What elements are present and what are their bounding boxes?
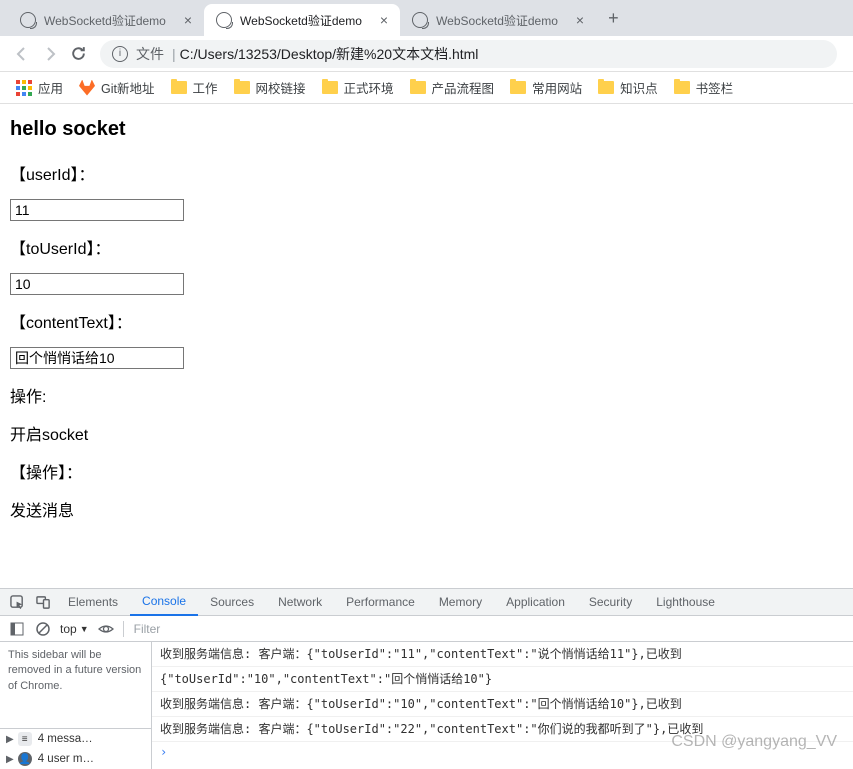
chevron-right-icon: ▶ <box>6 734 14 745</box>
filter-input[interactable]: Filter <box>128 622 849 636</box>
tabs-bar: WebSocketd验证demo × WebSocketd验证demo × We… <box>0 0 853 36</box>
new-tab-button[interactable]: + <box>596 8 631 29</box>
scope-selector[interactable]: top ▼ <box>56 622 93 636</box>
folder-icon <box>674 81 690 94</box>
devtools-tabs: Elements Console Sources Network Perform… <box>0 589 853 616</box>
folder-icon <box>171 81 187 94</box>
bookmark-folder[interactable]: 产品流程图 <box>402 78 503 97</box>
clear-icon[interactable] <box>30 617 56 641</box>
user-messages-icon: 👤 <box>18 752 32 766</box>
tab-title: WebSocketd验证demo <box>240 12 362 29</box>
folder-icon <box>410 81 426 94</box>
apps-icon <box>16 80 32 96</box>
globe-icon <box>412 12 428 28</box>
browser-tab-2[interactable]: WebSocketd验证demo × <box>400 4 596 36</box>
sidebar-row-messages[interactable]: ▶ ≡ 4 messa… <box>0 729 151 749</box>
folder-icon <box>234 81 250 94</box>
label-touserid: 【toUserId】： <box>10 235 843 259</box>
bookmark-folder[interactable]: 网校链接 <box>226 78 314 97</box>
url-path: C:/Users/13253/Desktop/新建%20文本文档.html <box>180 44 479 64</box>
bookmark-folder[interactable]: 知识点 <box>590 78 666 97</box>
bookmark-folder[interactable]: 正式环境 <box>314 78 402 97</box>
console-body: This sidebar will be removed in a future… <box>0 642 853 769</box>
inspect-icon[interactable] <box>4 589 30 615</box>
devtools: Elements Console Sources Network Perform… <box>0 588 853 769</box>
reload-button[interactable] <box>64 40 92 68</box>
messages-icon: ≡ <box>18 732 32 746</box>
sidebar-row-user[interactable]: ▶ 👤 4 user m… <box>0 749 151 769</box>
url-scheme: 文件 <box>136 44 164 64</box>
chevron-down-icon: ▼ <box>80 624 89 634</box>
devtools-tab-lighthouse[interactable]: Lighthouse <box>644 589 727 616</box>
close-icon[interactable]: × <box>380 12 388 28</box>
label-contenttext: 【contentText】： <box>10 309 843 333</box>
devtools-tab-memory[interactable]: Memory <box>427 589 494 616</box>
chevron-right-icon: ▶ <box>6 754 14 765</box>
console-prompt[interactable]: › <box>152 742 853 762</box>
sidebar-notice: This sidebar will be removed in a future… <box>0 642 151 728</box>
close-icon[interactable]: × <box>184 12 192 28</box>
link-open-socket[interactable]: 开启socket <box>10 421 843 445</box>
bookmark-folder[interactable]: 书签栏 <box>666 78 742 97</box>
console-sidebar: This sidebar will be removed in a future… <box>0 642 152 769</box>
back-button[interactable] <box>8 40 36 68</box>
sidebar-toggle-icon[interactable] <box>4 617 30 641</box>
globe-icon <box>216 12 232 28</box>
gitlab-icon <box>79 80 95 96</box>
url-input[interactable]: i 文件 | C:/Users/13253/Desktop/新建%20文本文档.… <box>100 40 837 68</box>
devtools-tab-console[interactable]: Console <box>130 589 198 616</box>
browser-chrome: WebSocketd验证demo × WebSocketd验证demo × We… <box>0 0 853 104</box>
eye-icon[interactable] <box>93 617 119 641</box>
console-line[interactable]: {"toUserId":"10","contentText":"回个悄悄话给10… <box>152 667 853 692</box>
devtools-tab-sources[interactable]: Sources <box>198 589 266 616</box>
label-userid: 【userId】： <box>10 161 843 185</box>
devtools-tab-network[interactable]: Network <box>266 589 334 616</box>
close-icon[interactable]: × <box>576 12 584 28</box>
folder-icon <box>322 81 338 94</box>
devtools-tab-performance[interactable]: Performance <box>334 589 427 616</box>
devtools-tab-elements[interactable]: Elements <box>56 589 130 616</box>
info-icon[interactable]: i <box>112 46 128 62</box>
tab-title: WebSocketd验证demo <box>44 12 166 29</box>
globe-icon <box>20 12 36 28</box>
console-line[interactable]: 收到服务端信息: 客户端：{"toUserId":"11","contentTe… <box>152 642 853 667</box>
devtools-tab-security[interactable]: Security <box>577 589 644 616</box>
contenttext-input[interactable] <box>10 347 184 369</box>
apps-button[interactable]: 应用 <box>8 78 71 97</box>
page-content: hello socket 【userId】： 【toUserId】： 【cont… <box>0 104 853 549</box>
browser-tab-0[interactable]: WebSocketd验证demo × <box>8 4 204 36</box>
bookmark-folder[interactable]: 工作 <box>163 78 226 97</box>
browser-tab-1[interactable]: WebSocketd验证demo × <box>204 4 400 36</box>
folder-icon <box>598 81 614 94</box>
device-icon[interactable] <box>30 589 56 615</box>
devtools-tab-application[interactable]: Application <box>494 589 577 616</box>
userid-input[interactable] <box>10 199 184 221</box>
tab-title: WebSocketd验证demo <box>436 12 558 29</box>
page-heading: hello socket <box>10 118 843 141</box>
console-toolbar: top ▼ Filter <box>0 616 853 642</box>
bookmark-gitlab[interactable]: Git新地址 <box>71 78 162 97</box>
bookmarks-bar: 应用 Git新地址 工作 网校链接 正式环境 产品流程图 常用网站 知识点 书签… <box>0 72 853 104</box>
bookmark-folder[interactable]: 常用网站 <box>502 78 590 97</box>
touserid-input[interactable] <box>10 273 184 295</box>
label-operation-2: 【操作】： <box>10 459 843 483</box>
console-output: 收到服务端信息: 客户端：{"toUserId":"11","contentTe… <box>152 642 853 769</box>
link-send-message[interactable]: 发送消息 <box>10 497 843 521</box>
console-line[interactable]: 收到服务端信息: 客户端：{"toUserId":"10","contentTe… <box>152 692 853 717</box>
console-line[interactable]: 收到服务端信息: 客户端：{"toUserId":"22","contentTe… <box>152 717 853 742</box>
forward-button[interactable] <box>36 40 64 68</box>
address-bar: i 文件 | C:/Users/13253/Desktop/新建%20文本文档.… <box>0 36 853 72</box>
label-operation: 操作: <box>10 383 843 407</box>
folder-icon <box>510 81 526 94</box>
